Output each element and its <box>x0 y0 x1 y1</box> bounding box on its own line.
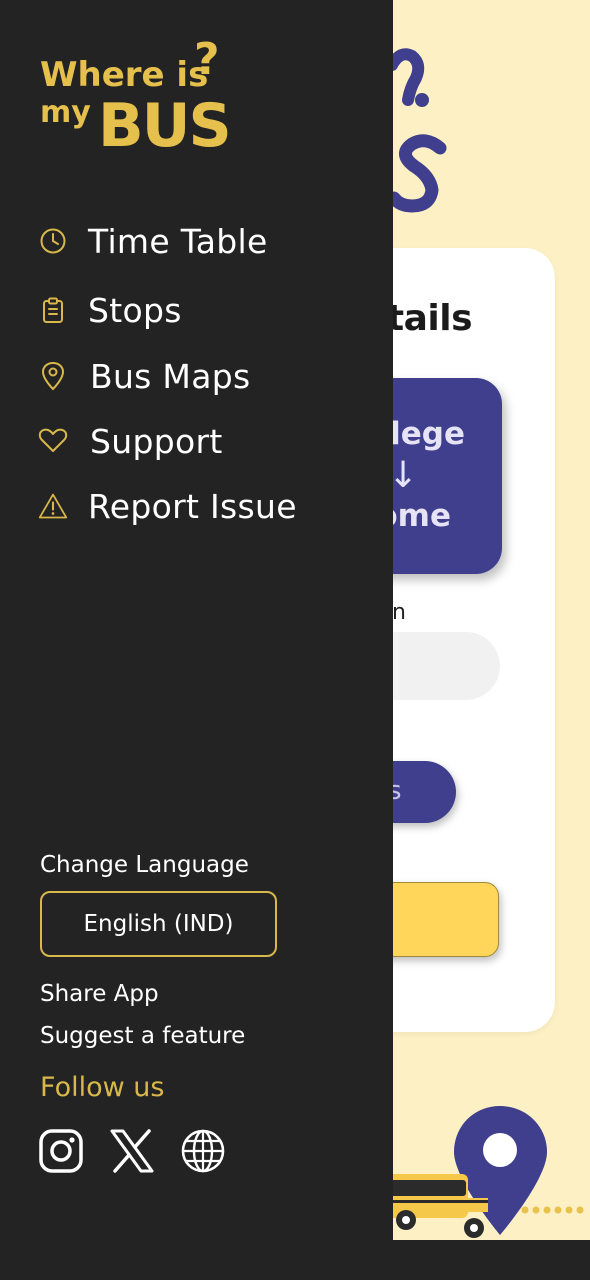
logo-my: my <box>40 95 91 130</box>
clipboard-icon <box>38 295 68 325</box>
menu-item-time-table[interactable]: Time Table <box>38 216 268 266</box>
card-title: tails <box>386 298 473 339</box>
change-language-label: Change Language <box>40 852 249 878</box>
field-label: n <box>392 600 406 625</box>
logo-bus: BUS <box>98 91 230 156</box>
language-select-button[interactable]: English (IND) <box>40 891 277 957</box>
menu-item-support[interactable]: Support <box>38 416 223 466</box>
menu-label-report-issue: Report Issue <box>88 486 297 526</box>
menu-item-stops[interactable]: Stops <box>38 285 182 335</box>
logo-question-mark: ? <box>194 36 220 85</box>
app-logo: Where is my BUS ? <box>40 36 232 156</box>
menu-label-support: Support <box>90 421 223 461</box>
menu-item-report-issue[interactable]: Report Issue <box>38 481 297 531</box>
menu-item-bus-maps[interactable]: Bus Maps <box>38 351 250 401</box>
x-icon[interactable] <box>109 1128 155 1174</box>
map-pin-icon <box>38 361 68 391</box>
heart-icon <box>38 426 68 456</box>
clock-icon <box>38 226 68 256</box>
menu-label-stops: Stops <box>88 290 182 330</box>
logo-line1: Where is <box>40 55 208 95</box>
globe-icon[interactable] <box>180 1128 226 1174</box>
menu-label-bus-maps: Bus Maps <box>90 356 251 396</box>
suggest-feature-link[interactable]: Suggest a feature <box>40 1023 245 1049</box>
instagram-icon[interactable] <box>38 1128 84 1174</box>
navigation-drawer: Where is my BUS ? Time Table Stops Bus M… <box>0 0 393 1280</box>
warning-icon <box>38 491 68 521</box>
menu-label-time-table: Time Table <box>88 221 268 261</box>
share-app-link[interactable]: Share App <box>40 981 159 1007</box>
follow-us-label: Follow us <box>40 1072 165 1103</box>
